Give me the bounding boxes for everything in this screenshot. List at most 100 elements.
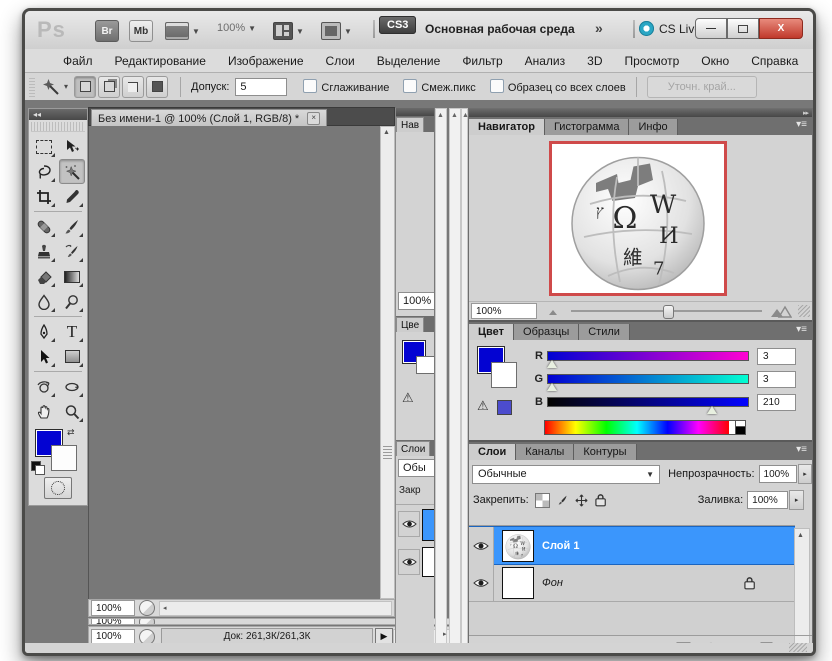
green-slider-thumb[interactable] bbox=[547, 383, 557, 391]
clipped-layer2-visibility[interactable] bbox=[398, 549, 420, 575]
new-selection-button[interactable] bbox=[74, 76, 96, 98]
options-grip[interactable] bbox=[29, 77, 35, 97]
layer-visibility-toggle[interactable] bbox=[469, 527, 494, 564]
tab-channels[interactable]: Каналы bbox=[516, 444, 574, 460]
eraser-tool[interactable] bbox=[31, 264, 57, 289]
magic-wand-tool[interactable] bbox=[59, 159, 85, 184]
default-colors-icon[interactable] bbox=[31, 461, 43, 473]
hidden-window-scrollbar-2[interactable]: ▲ ▼ bbox=[449, 108, 461, 656]
menu-window[interactable]: Окно bbox=[701, 54, 729, 68]
red-value-input[interactable]: 3 bbox=[757, 348, 796, 365]
layer-thumbnail[interactable] bbox=[502, 530, 534, 562]
scroll-up-icon[interactable]: ▲ bbox=[437, 112, 444, 119]
panel-menu-icon[interactable]: ▾≡ bbox=[796, 119, 807, 130]
workspace-more-chevrons-icon[interactable]: » bbox=[595, 20, 603, 36]
contiguous-checkbox[interactable]: Смеж.пикс bbox=[403, 79, 475, 94]
document-tab[interactable]: Без имени-1 @ 100% (Слой 1, RGB/8) * × bbox=[91, 109, 327, 127]
healing-brush-tool[interactable] bbox=[31, 214, 57, 239]
screen-mode-button[interactable]: ▼ bbox=[321, 22, 352, 40]
subtract-from-selection-button[interactable] bbox=[122, 76, 144, 98]
layer-thumbnail[interactable] bbox=[502, 567, 534, 599]
pen-tool[interactable] bbox=[31, 319, 57, 344]
vertical-scrollbar[interactable]: ▲ bbox=[380, 126, 395, 599]
menu-filter[interactable]: Фильтр bbox=[462, 54, 502, 68]
background-color-swatch[interactable] bbox=[491, 362, 517, 388]
type-tool[interactable]: T bbox=[59, 319, 85, 344]
minimize-button[interactable]: — bbox=[695, 18, 727, 39]
layer-row-layer1[interactable]: Слой 1 bbox=[469, 526, 795, 565]
fill-spinner[interactable]: ▸ bbox=[789, 490, 804, 510]
tab-styles[interactable]: Стили bbox=[579, 324, 630, 340]
zoom-in-mountains-icon[interactable] bbox=[770, 305, 792, 318]
shape-tool[interactable] bbox=[59, 344, 85, 369]
zoom-level-control[interactable]: 100% ▼ bbox=[217, 22, 256, 34]
status-pie-icon[interactable] bbox=[139, 600, 155, 616]
navigator-zoom-slider[interactable] bbox=[571, 310, 762, 312]
tab-close-icon[interactable]: × bbox=[307, 112, 320, 125]
blend-mode-select[interactable]: Обычные▼ bbox=[472, 465, 660, 484]
crop-tool[interactable] bbox=[31, 184, 57, 209]
hidden-window-scrollbar-1[interactable]: ▲ ▼ bbox=[435, 108, 447, 656]
black-swatch[interactable] bbox=[735, 426, 746, 435]
lock-all-icon[interactable] bbox=[594, 493, 606, 507]
menu-edit[interactable]: Редактирование bbox=[115, 54, 206, 68]
green-value-input[interactable]: 3 bbox=[757, 371, 796, 388]
maximize-button[interactable] bbox=[727, 18, 759, 39]
path-selection-tool[interactable] bbox=[31, 344, 57, 369]
add-to-selection-button[interactable] bbox=[98, 76, 120, 98]
scrollbar-grip[interactable] bbox=[383, 445, 392, 459]
opacity-input[interactable]: 100% bbox=[759, 465, 797, 483]
chevron-down-icon[interactable]: ▼ bbox=[344, 27, 352, 36]
workspace-name[interactable]: Основная рабочая среда bbox=[425, 22, 575, 36]
layer-visibility-toggle[interactable] bbox=[469, 564, 494, 601]
dodge-tool[interactable] bbox=[59, 289, 85, 314]
lock-transparency-icon[interactable] bbox=[535, 493, 550, 508]
menu-file[interactable]: Файл bbox=[63, 54, 93, 68]
window-resize-grip[interactable] bbox=[789, 643, 807, 652]
clipped-zoom-input[interactable]: 100% bbox=[398, 292, 434, 310]
slider-thumb[interactable] bbox=[663, 305, 674, 319]
tab-info[interactable]: Инфо bbox=[629, 119, 677, 135]
scroll-up-icon[interactable]: ▲ bbox=[797, 532, 804, 539]
menu-layers[interactable]: Слои bbox=[326, 54, 355, 68]
close-button[interactable]: X bbox=[759, 18, 803, 39]
gamut-warning-icon[interactable]: ⚠ bbox=[477, 398, 489, 414]
clipped-layer1-visibility[interactable] bbox=[398, 511, 420, 537]
blue-slider[interactable] bbox=[547, 397, 749, 407]
canvas[interactable] bbox=[88, 126, 381, 599]
chevron-down-icon[interactable]: ▾ bbox=[64, 82, 68, 91]
3d-rotate-tool[interactable] bbox=[31, 374, 57, 399]
arrange-documents-button[interactable]: ▼ bbox=[273, 22, 304, 40]
scroll-up-icon[interactable]: ▲ bbox=[451, 112, 458, 119]
clipped-layers-tab[interactable]: Слои bbox=[396, 440, 434, 456]
scroll-right-icon[interactable]: ▸ bbox=[443, 630, 447, 638]
view-extras-button[interactable]: ▼ bbox=[165, 22, 200, 40]
collapse-to-icons-icon[interactable]: ▸▸ bbox=[803, 109, 808, 117]
lasso-tool[interactable] bbox=[31, 159, 57, 184]
clipped-background-swatch[interactable] bbox=[416, 356, 434, 374]
opacity-spinner[interactable]: ▸ bbox=[798, 464, 812, 484]
quick-mask-button[interactable] bbox=[44, 477, 72, 499]
tab-navigator[interactable]: Навигатор bbox=[469, 119, 545, 135]
tool-preset-picker[interactable]: ▾ bbox=[41, 78, 68, 96]
navigator-zoom-input[interactable]: 100% bbox=[471, 303, 537, 319]
swap-colors-icon[interactable]: ⇄ bbox=[67, 427, 75, 438]
toolbox-header[interactable]: ◂◂ bbox=[29, 109, 87, 120]
hidden-window-scrollbar-3[interactable]: ▲ ▼ bbox=[461, 108, 468, 656]
history-brush-tool[interactable] bbox=[59, 239, 85, 264]
fill-input[interactable]: 100% bbox=[747, 491, 788, 509]
zoom-out-mountains-icon[interactable] bbox=[547, 306, 563, 316]
horizontal-scrollbar[interactable]: ◂ bbox=[159, 601, 392, 616]
bridge-button[interactable]: Br bbox=[95, 20, 119, 42]
zoom-tool[interactable] bbox=[59, 399, 85, 424]
refine-edge-button[interactable]: Уточн. край... bbox=[647, 76, 757, 98]
tab-histogram[interactable]: Гистограмма bbox=[545, 119, 630, 135]
chevron-down-icon[interactable]: ▼ bbox=[296, 27, 304, 36]
tab-swatches[interactable]: Образцы bbox=[514, 324, 579, 340]
scroll-down-icon[interactable]: ▼ bbox=[797, 654, 804, 656]
scroll-left-icon[interactable]: ◂ bbox=[163, 604, 167, 612]
menu-image[interactable]: Изображение bbox=[228, 54, 304, 68]
rectangular-marquee-tool[interactable] bbox=[31, 134, 57, 159]
tab-layers[interactable]: Слои bbox=[469, 444, 516, 460]
title-bar[interactable]: Ps Br Mb ▼ 100% ▼ ▼ ▼ CS3 Основная рабоч bbox=[25, 11, 813, 50]
